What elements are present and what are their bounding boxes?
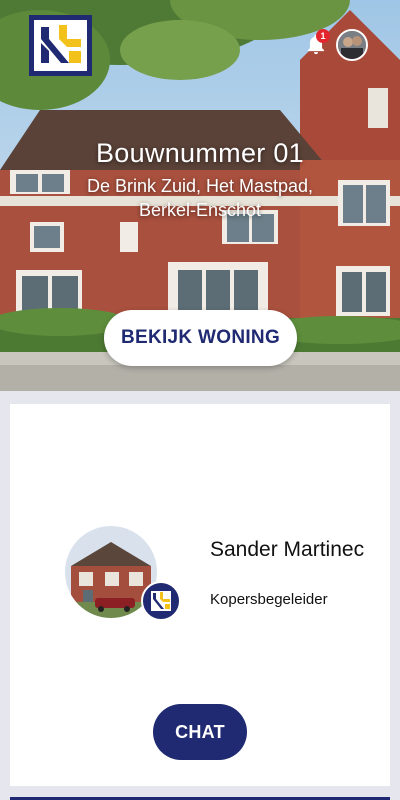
brand-badge-icon xyxy=(141,581,181,621)
user-avatar[interactable] xyxy=(336,29,368,61)
hero-banner: 1 Bouwnummer 01 De Brink Zuid, Het Mastp… xyxy=(0,0,400,391)
agent-role: Kopersbegeleider xyxy=(210,591,328,608)
notification-count-badge: 1 xyxy=(316,29,330,43)
agent-card: Sander Martinec Kopersbegeleider CHAT xyxy=(10,404,390,786)
brand-logo-icon[interactable] xyxy=(29,15,92,76)
agent-name: Sander Martinec xyxy=(210,538,365,561)
project-address: De Brink Zuid, Het Mastpad, Berkel-Ensch… xyxy=(86,176,314,220)
project-title: Bouwnummer 01 xyxy=(96,138,304,168)
view-home-button[interactable]: BEKIJK WONING xyxy=(104,310,297,366)
chat-button[interactable]: CHAT xyxy=(153,704,247,760)
